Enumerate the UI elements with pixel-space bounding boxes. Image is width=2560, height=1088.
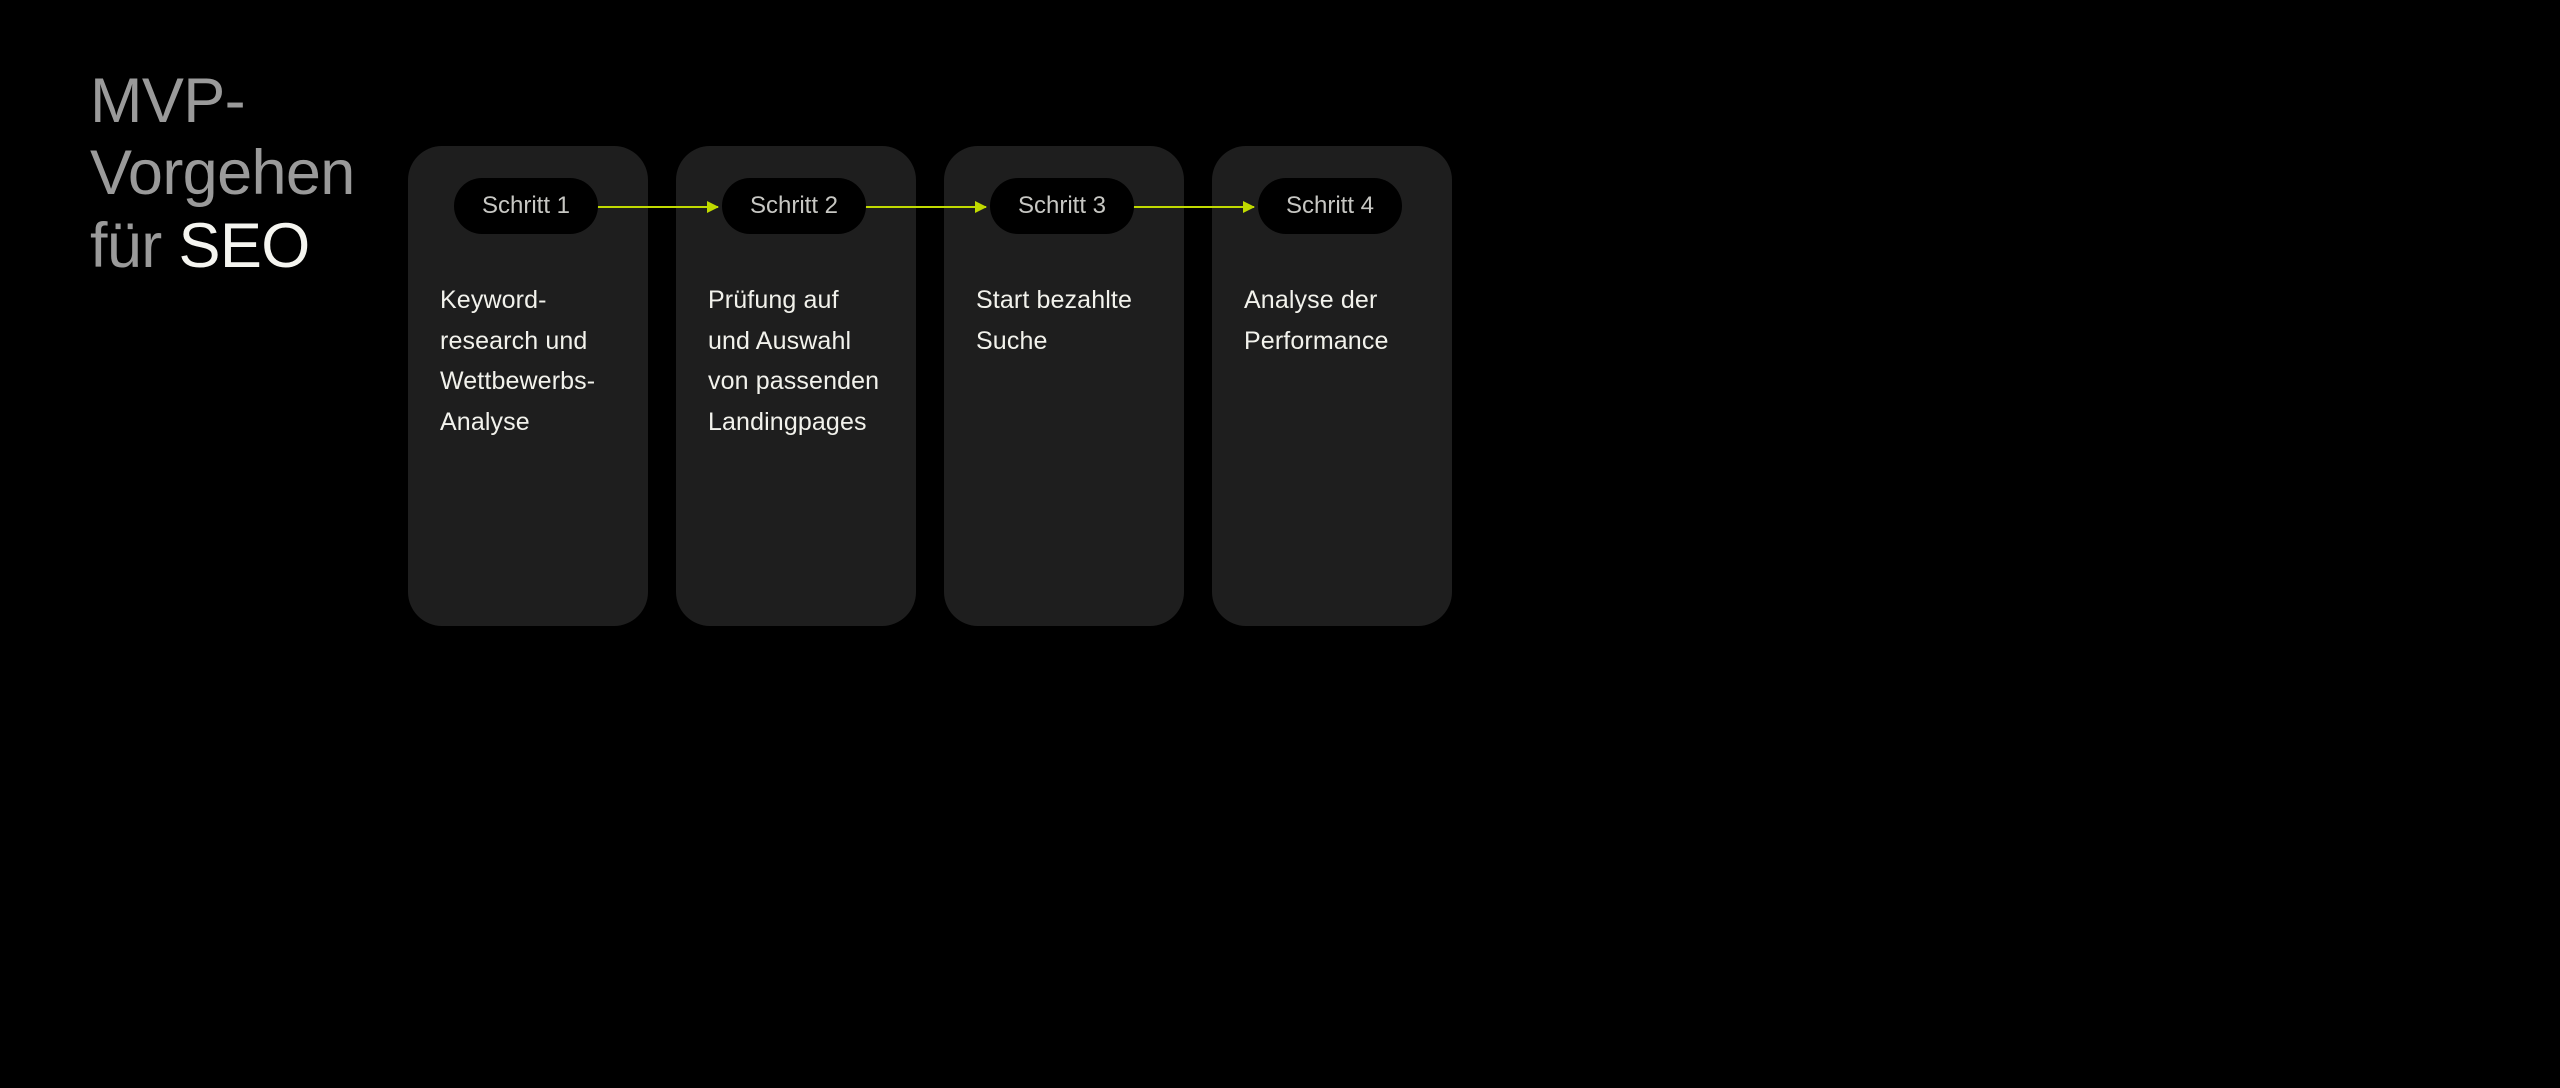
title-line1: MVP- (90, 66, 245, 136)
title-line3-bright: SEO (179, 211, 310, 281)
step-pill-3: Schritt 3 (990, 178, 1134, 234)
step-card-2: Schritt 2 Prüfung auf und Auswahl von pa… (676, 146, 916, 626)
step-text-3: Start bezahlte Suche (976, 280, 1152, 361)
page-title-area: MVP- Vorgehen für SEO (90, 60, 415, 1028)
title-line3-muted: für (90, 211, 179, 281)
step-text-4: Analyse der Performance (1244, 280, 1420, 361)
step-text-2: Prüfung auf und Auswahl von passenden La… (708, 280, 884, 442)
step-card-1: Schritt 1 Keyword-research und Wettbewer… (408, 146, 648, 626)
step-label: Schritt 3 (1018, 192, 1106, 220)
step-card-4: Schritt 4 Analyse der Performance (1212, 146, 1452, 626)
title-line2: Vorgehen (90, 138, 355, 208)
step-pill-2: Schritt 2 (722, 178, 866, 234)
step-pill-1: Schritt 1 (454, 178, 598, 234)
page-title: MVP- Vorgehen für SEO (90, 65, 355, 282)
step-label: Schritt 2 (750, 192, 838, 220)
step-label: Schritt 4 (1286, 192, 1374, 220)
step-card-3: Schritt 3 Start bezahlte Suche (944, 146, 1184, 626)
step-text-1: Keyword-research und Wettbewerbs-Analyse (440, 280, 616, 442)
step-pill-4: Schritt 4 (1258, 178, 1402, 234)
steps-row: Schritt 1 Keyword-research und Wettbewer… (408, 146, 1452, 626)
step-label: Schritt 1 (482, 192, 570, 220)
